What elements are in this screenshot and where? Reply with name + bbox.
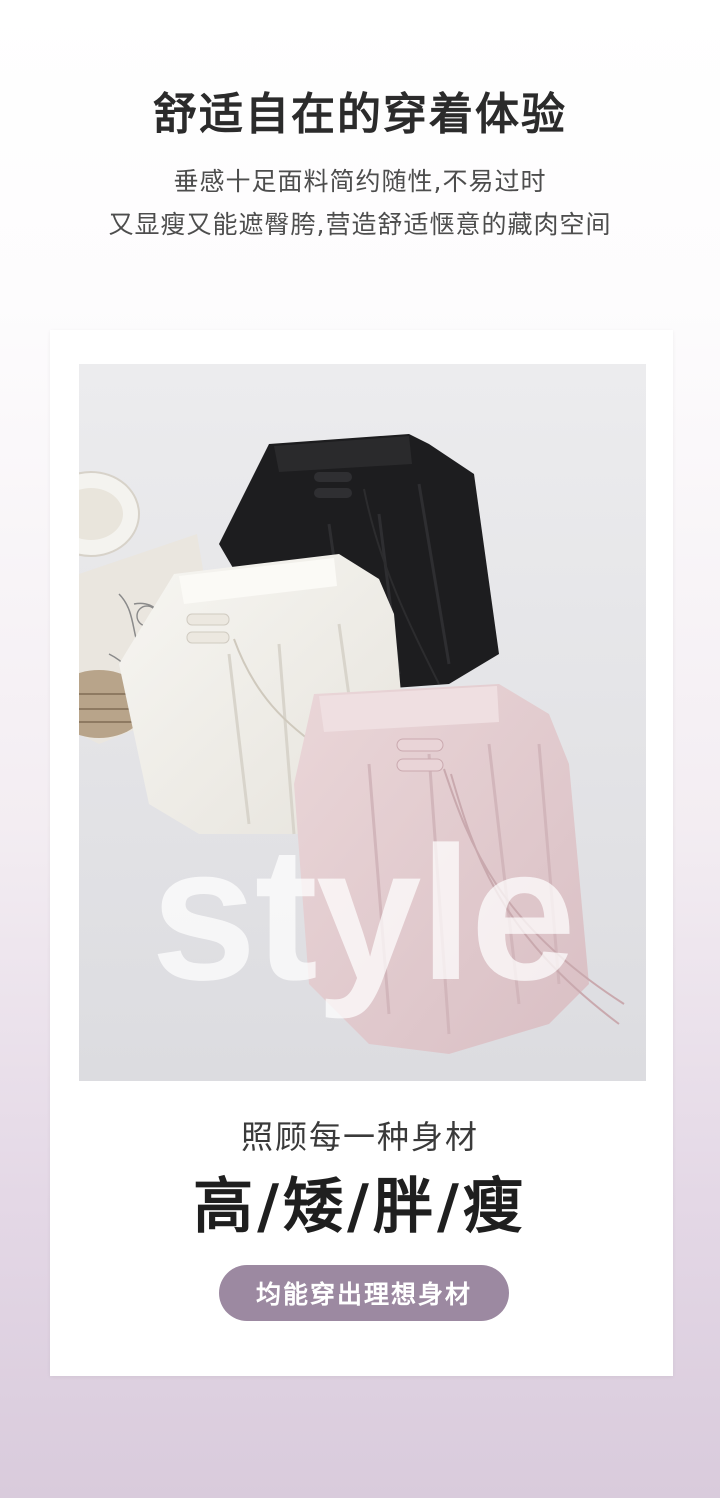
caption: 照顾每一种身材 (240, 1118, 479, 1156)
style-watermark: style (150, 808, 576, 1020)
subtitle-line-2: 又显瘦又能遮臀胯,营造舒适惬意的藏肉空间 (108, 210, 612, 239)
body-types-heading: 高/矮/胖/瘦 (193, 1172, 527, 1242)
page-title: 舒适自在的穿着体验 (153, 89, 567, 140)
promo-badge: 均能穿出理想身材 (219, 1265, 509, 1321)
product-photo: style (79, 364, 646, 1081)
subtitle-line-1: 垂感十足面料简约随性,不易过时 (173, 167, 547, 196)
